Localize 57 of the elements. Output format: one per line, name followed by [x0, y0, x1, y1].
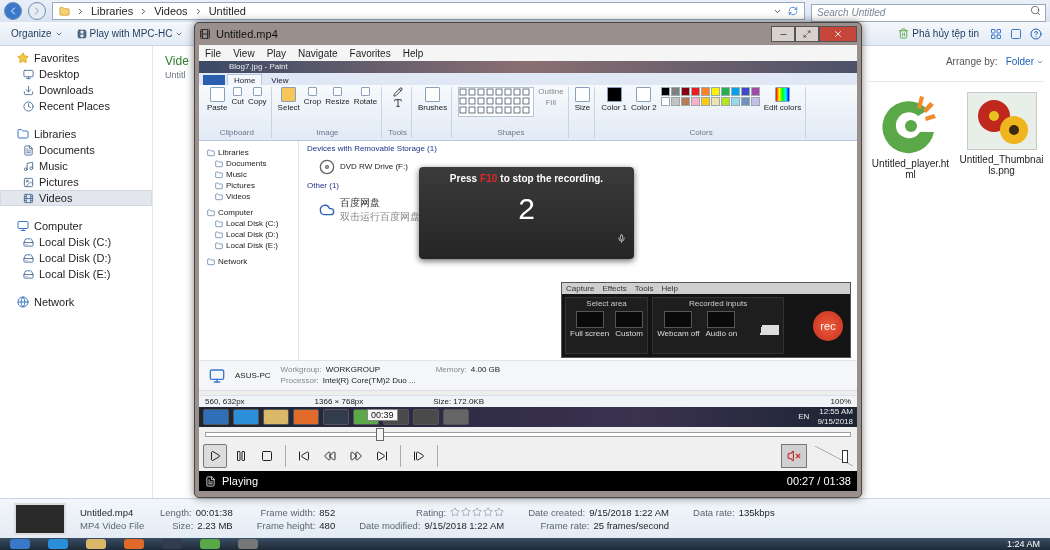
window-title: Blog7.jpg - Paint [229, 62, 288, 72]
clock-time: 1:24 AM [1006, 539, 1040, 549]
section-heading: Other (1) [307, 181, 340, 190]
app-description: 双击运行百度网盘 [340, 210, 420, 224]
field-value: 9/15/2018 1:22 AM [424, 519, 505, 531]
zoom-level: 100% [830, 396, 851, 407]
field-value: 135kbps [738, 506, 775, 518]
countdown-number: 2 [518, 192, 535, 226]
field-label: Frame width: [260, 506, 316, 518]
section-title: Select area [586, 299, 627, 309]
drive-name: DVD RW Drive (F:) [340, 162, 408, 172]
field-label: Size: [172, 519, 194, 531]
key-name: F10 [480, 173, 498, 184]
section-title: Recorded inputs [689, 299, 748, 309]
field-value: 00:01:38 [195, 506, 233, 518]
field-value: 4.00 GB [470, 365, 501, 375]
playback-time: 00:27 / 01:38 [786, 475, 851, 487]
field-value: WORKGROUP [325, 365, 380, 375]
clock-time: 12:55 AM [819, 407, 853, 417]
field-value: 852 [319, 506, 336, 518]
playback-status: Playing [222, 475, 259, 487]
field-value: Intel(R) Core(TM)2 Duo ... [322, 376, 416, 386]
section-heading: Devices with Removable Storage (1) [307, 144, 438, 153]
file-type: MP4 Video File [80, 519, 146, 531]
app-name: 百度网盘 [340, 196, 381, 210]
field-label: Rating: [416, 506, 447, 518]
group-label: Colors [689, 128, 713, 138]
field-value: 480 [319, 519, 336, 531]
group-label: Shapes [497, 128, 525, 138]
field-label: Length: [160, 506, 192, 518]
notice-text: to stop the recording. [500, 173, 604, 184]
field-label: Memory: [435, 365, 467, 375]
field-label: Date modified: [359, 519, 421, 531]
status-text: 1366 × 768px [314, 396, 364, 407]
library-title: Vide [165, 54, 190, 68]
field-label: Frame rate: [540, 519, 590, 531]
time-tooltip: 00:39 [367, 409, 398, 421]
group-label: Clipboard [219, 128, 254, 138]
notice-text: Press [449, 173, 478, 184]
arrange-label: Arrange by: [945, 56, 998, 67]
field-label: Processor: [280, 376, 319, 386]
library-subtitle: Untitl [165, 70, 187, 80]
field-value: 25 frames/second [593, 519, 669, 531]
field-label: Workgroup: [280, 365, 322, 375]
field-label: Date created: [528, 506, 586, 518]
clock-date: 9/15/2018 [817, 417, 853, 427]
field-value: 9/15/2018 1:22 AM [589, 506, 669, 518]
window-title: Untitled.mp4 [216, 28, 278, 40]
group-label: Tools [388, 128, 407, 138]
field-label: Frame height: [256, 519, 316, 531]
field-value: 2.23 MB [197, 519, 233, 531]
file-name: Untitled.mp4 [80, 506, 135, 518]
group-label: Image [316, 128, 339, 138]
field-label: Data rate: [693, 506, 735, 518]
computer-name: ASUS-PC [235, 370, 271, 381]
status-text: 560, 632px [205, 396, 245, 407]
status-text: Size: 172.0KB [433, 396, 484, 407]
